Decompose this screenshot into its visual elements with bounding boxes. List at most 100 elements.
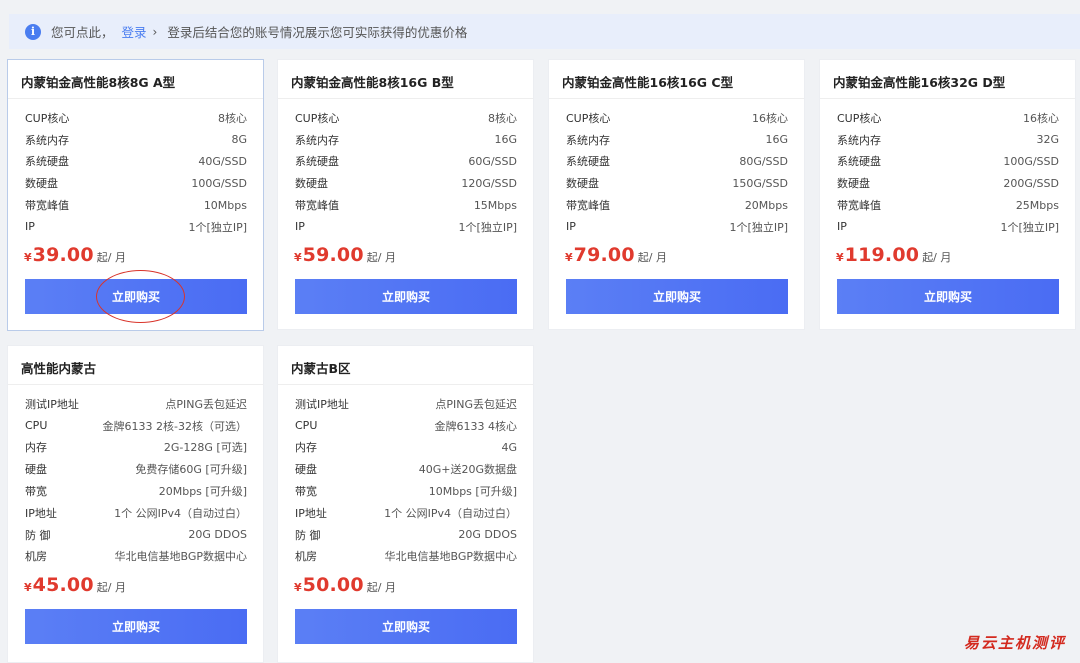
spec-row: IP 1个[独立IP]	[295, 216, 517, 238]
product-card-c: 内蒙铂金高性能16核16G C型 CUP核心 16核心 系统内存 16G 系统硬盘 8…	[548, 59, 805, 330]
spec-label: IP地址	[295, 506, 327, 520]
spec-value: 20Mbps	[744, 198, 788, 212]
price-amount: 45.00	[32, 574, 94, 596]
buy-now-button[interactable]: 立即购买	[295, 609, 517, 644]
spec-value: 150G/SSD	[732, 176, 788, 190]
spec-list: CUP核心 8核心 系统内存 16G 系统硬盘 60G/SSD 数硬盘 120G/SSD…	[295, 107, 517, 238]
ping-test-link[interactable]: 点PING丢包延迟	[165, 396, 247, 412]
card-title: 内蒙铂金高性能16核16G C型	[562, 75, 734, 90]
spec-label: 内存	[295, 441, 317, 455]
price-unit: 起/ 月	[366, 251, 396, 264]
spec-row: 系统硬盘 100G/SSD	[837, 151, 1059, 173]
spec-row: 带宽峰值 10Mbps	[25, 194, 247, 216]
price-amount: 50.00	[302, 574, 364, 596]
spec-value: 1个[独立IP]	[1000, 220, 1059, 234]
spec-value: 10Mbps	[203, 198, 247, 212]
spec-row: 带宽 10Mbps [可升级]	[295, 480, 517, 502]
price-amount: 39.00	[32, 244, 94, 266]
ping-test-link[interactable]: 点PING丢包延迟	[435, 396, 517, 412]
spec-row: 防 御 20G DDOS	[25, 524, 247, 546]
spec-row: 测试IP地址 点PING丢包延迟	[295, 393, 517, 415]
currency-symbol: ¥	[24, 581, 32, 594]
spec-value: 100G/SSD	[191, 176, 247, 190]
spec-value: 8核心	[218, 111, 247, 125]
price-unit: 起/ 月	[922, 251, 952, 264]
spec-label: 数硬盘	[295, 177, 328, 191]
spec-value: 16G	[494, 133, 517, 147]
spec-value: 10Mbps [可升级]	[428, 485, 517, 499]
spec-row: CUP核心 8核心	[295, 107, 517, 129]
spec-label: 数硬盘	[25, 177, 58, 191]
spec-row: IP 1个[独立IP]	[837, 216, 1059, 238]
chevron-right-icon: ›	[152, 24, 158, 39]
spec-row: 系统内存 16G	[295, 129, 517, 151]
spec-value: 20G DDOS	[188, 528, 247, 542]
spec-row: CUP核心 8核心	[25, 107, 247, 129]
price-unit: 起/ 月	[366, 581, 396, 594]
spec-row: 数硬盘 120G/SSD	[295, 172, 517, 194]
currency-symbol: ¥	[836, 251, 844, 264]
spec-list: 测试IP地址 点PING丢包延迟 CPU 金牌6133 2核-32核（可选） 内存 2…	[25, 393, 247, 567]
spec-list: CUP核心 16核心 系统内存 16G 系统硬盘 80G/SSD 数硬盘 150G/SS…	[566, 107, 788, 238]
card-divider	[820, 98, 1075, 99]
spec-row: 机房 华北电信基地BGP数据中心	[25, 546, 247, 568]
buy-now-button[interactable]: 立即购买	[295, 279, 517, 314]
spec-value: 金牌6133 2核-32核（可选）	[102, 419, 247, 433]
product-card-high-performance: 高性能内蒙古 测试IP地址 点PING丢包延迟 CPU 金牌6133 2核-32核（…	[7, 345, 264, 663]
spec-row: 机房 华北电信基地BGP数据中心	[295, 546, 517, 568]
spec-row: 带宽峰值 25Mbps	[837, 194, 1059, 216]
spec-label: CUP核心	[837, 111, 882, 125]
buy-now-button[interactable]: 立即购买	[25, 609, 247, 644]
spec-label: 数硬盘	[566, 177, 599, 191]
spec-value: 8G	[231, 133, 247, 147]
login-link[interactable]: 登录	[122, 22, 147, 41]
spec-row: 系统内存 16G	[566, 129, 788, 151]
spec-value: 2G-128G [可选]	[163, 441, 247, 455]
price: ¥ 59.00 起/ 月	[294, 244, 396, 266]
buy-now-button[interactable]: 立即购买	[837, 279, 1059, 314]
spec-row: 带宽峰值 20Mbps	[566, 194, 788, 216]
spec-value: 80G/SSD	[739, 154, 788, 168]
spec-label: 系统内存	[295, 133, 339, 147]
spec-value: 32G	[1036, 133, 1059, 147]
spec-value: 60G/SSD	[468, 154, 517, 168]
spec-list: 测试IP地址 点PING丢包延迟 CPU 金牌6133 4核心 内存 4G 硬盘 40G…	[295, 393, 517, 567]
card-title: 高性能内蒙古	[21, 361, 97, 376]
spec-value: 16G	[765, 133, 788, 147]
spec-label: IP	[837, 220, 847, 234]
spec-label: 系统硬盘	[566, 155, 610, 169]
spec-row: 带宽峰值 15Mbps	[295, 194, 517, 216]
price-unit: 起/ 月	[96, 251, 126, 264]
spec-row: 系统硬盘 60G/SSD	[295, 151, 517, 173]
annotation-circle	[96, 270, 185, 323]
spec-value: 华北电信基地BGP数据中心	[384, 550, 517, 564]
spec-label: 防 御	[295, 528, 321, 542]
spec-row: IP地址 1个 公网IPv4（自动过白）	[295, 502, 517, 524]
spec-label: 带宽峰值	[295, 199, 339, 213]
spec-label: 系统硬盘	[295, 155, 339, 169]
spec-row: CUP核心 16核心	[837, 107, 1059, 129]
price: ¥ 50.00 起/ 月	[294, 574, 396, 596]
spec-value: 20Mbps [可升级]	[158, 485, 247, 499]
price-unit: 起/ 月	[96, 581, 126, 594]
buy-now-button[interactable]: 立即购买	[566, 279, 788, 314]
spec-row: 数硬盘 100G/SSD	[25, 172, 247, 194]
price-amount: 59.00	[302, 244, 364, 266]
spec-label: 内存	[25, 441, 47, 455]
currency-symbol: ¥	[294, 251, 302, 264]
spec-label: 系统内存	[566, 133, 610, 147]
card-divider	[278, 384, 533, 385]
currency-symbol: ¥	[294, 581, 302, 594]
spec-value: 100G/SSD	[1003, 154, 1059, 168]
card-divider	[8, 98, 263, 99]
spec-value: 1个[独立IP]	[458, 220, 517, 234]
spec-label: 测试IP地址	[295, 397, 349, 411]
product-card-b: 内蒙铂金高性能8核16G B型 CUP核心 8核心 系统内存 16G 系统硬盘 60G…	[277, 59, 534, 330]
spec-value: 8核心	[488, 111, 517, 125]
spec-value: 1个 公网IPv4（自动过白）	[384, 506, 517, 520]
spec-value: 华北电信基地BGP数据中心	[114, 550, 247, 564]
login-notice-bar: i 您可点此， 登录 › 登录后结合您的账号情况展示您可实际获得的优惠价格	[9, 14, 1080, 49]
card-divider	[8, 384, 263, 385]
spec-label: IP	[566, 220, 576, 234]
spec-label: 硬盘	[295, 463, 317, 477]
